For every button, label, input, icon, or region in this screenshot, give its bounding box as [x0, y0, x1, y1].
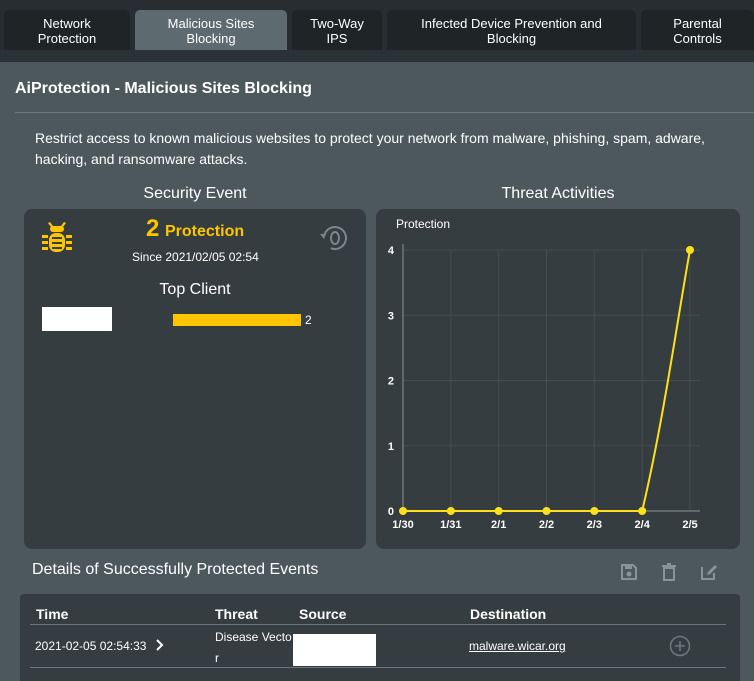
tab-label-line-2: Blocking	[186, 31, 236, 46]
reset-counter-icon[interactable]	[318, 223, 350, 253]
top-client-bar	[173, 314, 301, 326]
column-header-destination[interactable]: Destination	[470, 606, 546, 622]
edit-icon[interactable]	[699, 562, 719, 582]
bug-icon	[42, 222, 72, 252]
tab-malicious-sites-blocking[interactable]: Malicious Sites Blocking	[135, 10, 287, 50]
x-tick-label: 1/31	[440, 519, 461, 531]
row-divider	[30, 667, 726, 668]
data-point	[638, 507, 647, 515]
tab-label-line-1: Infected Device Prevention and	[421, 16, 602, 31]
threat-activities-card: 0 1 2 3 4 1/30 1/31 2/1 2/2 2/3 2/4 2/5 Protection	[376, 209, 740, 549]
data-point	[494, 507, 503, 515]
x-tick-label: 1/30	[392, 519, 413, 531]
main-panel: AiProtection - Malicious Sites Blocking …	[0, 62, 754, 681]
event-destination-link[interactable]: malware.wicar.org	[469, 639, 566, 653]
data-point	[399, 507, 407, 515]
tab-label-line-2: IPS	[326, 31, 348, 46]
tab-two-way-ips[interactable]: Two-Way IPS	[292, 10, 382, 50]
page-title: AiProtection - Malicious Sites Blocking	[15, 80, 312, 97]
x-tick-label: 2/3	[587, 519, 602, 531]
protection-count-label: Protection	[165, 223, 245, 240]
details-title: Details of Successfully Protected Events	[32, 561, 319, 578]
column-header-threat[interactable]: Threat	[215, 606, 258, 622]
y-tick-label: 0	[388, 506, 394, 518]
tab-label-line-1: Network	[43, 16, 91, 31]
x-tick-label: 2/1	[491, 519, 506, 531]
top-client-count: 2	[305, 313, 312, 327]
chevron-right-icon[interactable]	[155, 638, 165, 652]
data-point	[590, 507, 599, 515]
y-tick-label: 3	[388, 310, 394, 322]
event-threat-line-1: Disease Vecto	[215, 630, 292, 644]
tab-label-line-2: Protection	[37, 31, 97, 46]
tab-label-line-2: Blocking	[486, 31, 537, 46]
security-event-card: 2 Protection Since 2021/02/05 02:54 Top …	[24, 209, 366, 549]
protection-count: 2	[146, 215, 160, 242]
tab-label-line-1: Two-Way	[310, 16, 364, 31]
tab-parental-controls[interactable]: Parental Controls	[641, 10, 754, 50]
tab-bar: Network Protection Malicious Sites Block…	[0, 0, 754, 50]
header-divider	[30, 624, 726, 625]
series-label: Protection	[396, 217, 450, 231]
tab-network-protection[interactable]: Network Protection	[4, 10, 130, 50]
page-description: Restrict access to known malicious websi…	[35, 130, 705, 167]
security-event-title: Security Event	[143, 185, 247, 202]
tab-label-line-1: Parental	[673, 16, 722, 31]
y-tick-label: 4	[388, 245, 395, 257]
tab-infected-device-prevention[interactable]: Infected Device Prevention and Blocking	[387, 10, 636, 50]
top-client-title: Top Client	[159, 281, 231, 298]
data-point	[542, 507, 551, 515]
title-divider	[15, 112, 754, 113]
event-threat-line-2: r	[215, 651, 219, 665]
tab-label-line-2: Controls	[673, 31, 722, 46]
data-point	[686, 246, 694, 254]
add-circle-icon[interactable]	[669, 635, 691, 657]
top-client-name	[42, 307, 112, 331]
threat-activities-chart: 0 1 2 3 4 1/30 1/31 2/1 2/2 2/3 2/4 2/5 Protection	[388, 217, 700, 531]
y-tick-label: 2	[388, 376, 394, 388]
x-tick-label: 2/4	[635, 519, 651, 531]
trash-icon[interactable]	[659, 562, 679, 582]
threat-activities-title: Threat Activities	[501, 185, 615, 202]
column-header-time[interactable]: Time	[36, 606, 68, 622]
column-header-source[interactable]: Source	[299, 606, 346, 622]
x-tick-label: 2/5	[682, 519, 697, 531]
event-source	[293, 634, 376, 666]
event-time: 2021-02-05 02:54:33	[35, 639, 147, 653]
tab-label-line-1: Malicious Sites	[167, 16, 255, 31]
data-point	[446, 507, 455, 515]
x-tick-label: 2/2	[539, 519, 554, 531]
save-icon[interactable]	[619, 562, 639, 582]
protection-since: Since 2021/02/05 02:54	[132, 250, 259, 264]
y-tick-label: 1	[388, 441, 394, 453]
protected-events-table: Time Threat Source Destination 2021-02-0…	[20, 594, 740, 681]
